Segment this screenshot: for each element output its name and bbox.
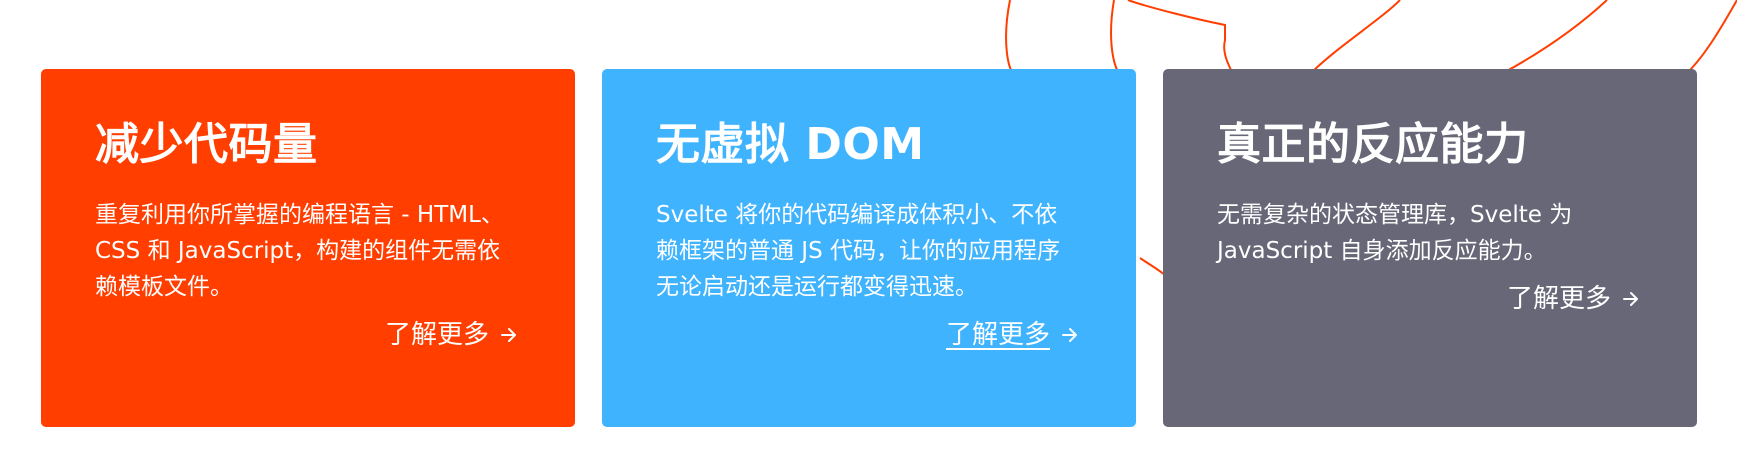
feature-card-no-virtual-dom: 无虚拟 DOM Svelte 将你的代码编译成体积小、不依赖框架的普通 JS 代… [602,69,1136,427]
learn-more-link[interactable]: 了解更多 [656,315,1082,355]
learn-more-label: 了解更多 [945,320,1050,350]
feature-card-less-code: 减少代码量 重复利用你所掌握的编程语言 - HTML、CSS 和 JavaScr… [41,69,575,427]
learn-more-link[interactable]: 了解更多 [1217,279,1643,319]
card-description: Svelte 将你的代码编译成体积小、不依赖框架的普通 JS 代码，让你的应用程… [656,202,1061,300]
card-title: 无虚拟 DOM [656,119,925,170]
card-description: 无需复杂的状态管理库，Svelte 为 JavaScript 自身添加反应能力。 [1217,202,1573,264]
arrow-right-icon [1062,328,1077,342]
card-title: 真正的反应能力 [1217,119,1529,170]
learn-more-link[interactable]: 了解更多 [95,315,521,355]
learn-more-label: 了解更多 [384,320,489,350]
arrow-right-icon [1623,292,1638,306]
feature-cards: 减少代码量 重复利用你所掌握的编程语言 - HTML、CSS 和 JavaScr… [41,69,1697,427]
card-description: 重复利用你所掌握的编程语言 - HTML、CSS 和 JavaScript，构建… [95,202,504,300]
card-title: 减少代码量 [95,119,318,170]
arrow-right-icon [501,328,516,342]
learn-more-label: 了解更多 [1506,284,1611,314]
feature-card-truly-reactive: 真正的反应能力 无需复杂的状态管理库，Svelte 为 JavaScript 自… [1163,69,1697,427]
